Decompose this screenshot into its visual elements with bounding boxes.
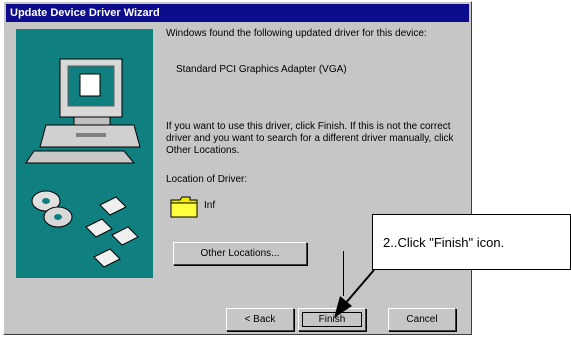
- cancel-button[interactable]: Cancel: [388, 308, 456, 331]
- instruction-callout: 2..Click "Finish" icon.: [372, 214, 571, 270]
- location-label: Location of Driver:: [166, 174, 248, 185]
- window-title: Update Device Driver Wizard: [10, 7, 160, 19]
- wizard-art-panel: [16, 29, 153, 278]
- folder-icon: [170, 196, 198, 218]
- floppy-disk-icon: [85, 196, 139, 268]
- finish-button[interactable]: Finish: [298, 308, 366, 331]
- found-driver-text: Windows found the following updated driv…: [166, 28, 427, 39]
- cd-disc-icon: [31, 190, 73, 228]
- callout-connector: [343, 251, 344, 296]
- device-name: Standard PCI Graphics Adapter (VGA): [176, 64, 347, 75]
- other-locations-button[interactable]: Other Locations...: [173, 242, 307, 265]
- location-value: Inf: [204, 200, 216, 211]
- back-button[interactable]: < Back: [226, 308, 294, 331]
- focus-ring: [302, 312, 362, 327]
- computer-icon: [25, 58, 141, 164]
- title-bar: Update Device Driver Wizard: [6, 4, 469, 22]
- callout-text: 2..Click "Finish" icon.: [383, 234, 505, 250]
- wizard-dialog: Update Device Driver Wizard Windows foun…: [3, 1, 472, 335]
- instructions-text: If you want to use this driver, click Fi…: [166, 121, 454, 156]
